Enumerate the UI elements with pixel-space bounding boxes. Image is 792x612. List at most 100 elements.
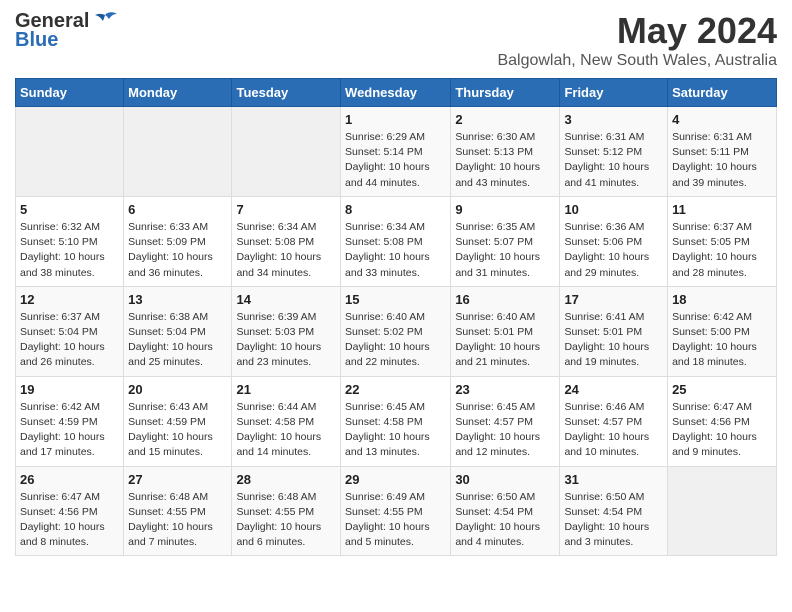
sunrise-label: Sunrise: 6:40 AM (455, 311, 535, 323)
day-info: Sunrise: 6:32 AM Sunset: 5:10 PM Dayligh… (20, 220, 119, 281)
logo: General Blue (15, 10, 121, 52)
daylight-label: Daylight: 10 hours and 19 minutes. (564, 341, 649, 368)
table-cell: 11 Sunrise: 6:37 AM Sunset: 5:05 PM Dayl… (668, 196, 777, 286)
sunrise-label: Sunrise: 6:39 AM (236, 311, 316, 323)
col-friday: Friday (560, 79, 668, 107)
table-cell: 2 Sunrise: 6:30 AM Sunset: 5:13 PM Dayli… (451, 107, 560, 197)
day-number: 22 (345, 382, 446, 397)
calendar-table: Sunday Monday Tuesday Wednesday Thursday… (15, 78, 777, 556)
sunrise-label: Sunrise: 6:34 AM (236, 221, 316, 233)
sunrise-label: Sunrise: 6:44 AM (236, 401, 316, 413)
table-cell: 29 Sunrise: 6:49 AM Sunset: 4:55 PM Dayl… (341, 466, 451, 556)
day-info: Sunrise: 6:38 AM Sunset: 5:04 PM Dayligh… (128, 310, 227, 371)
table-cell: 26 Sunrise: 6:47 AM Sunset: 4:56 PM Dayl… (16, 466, 124, 556)
day-number: 11 (672, 202, 772, 217)
sunset-label: Sunset: 5:04 PM (128, 326, 206, 338)
daylight-label: Daylight: 10 hours and 23 minutes. (236, 341, 321, 368)
table-cell (16, 107, 124, 197)
daylight-label: Daylight: 10 hours and 8 minutes. (20, 521, 105, 548)
title-block: May 2024 Balgowlah, New South Wales, Aus… (497, 10, 777, 70)
sunrise-label: Sunrise: 6:47 AM (672, 401, 752, 413)
page-header: General Blue May 2024 Balgowlah, New Sou… (15, 10, 777, 70)
sunset-label: Sunset: 5:03 PM (236, 326, 314, 338)
sunset-label: Sunset: 4:58 PM (345, 416, 423, 428)
day-info: Sunrise: 6:45 AM Sunset: 4:58 PM Dayligh… (345, 400, 446, 461)
logo-blue: Blue (15, 29, 58, 52)
sunset-label: Sunset: 5:10 PM (20, 236, 98, 248)
table-cell: 23 Sunrise: 6:45 AM Sunset: 4:57 PM Dayl… (451, 376, 560, 466)
day-number: 9 (455, 202, 555, 217)
col-saturday: Saturday (668, 79, 777, 107)
sunrise-label: Sunrise: 6:49 AM (345, 491, 425, 503)
sunset-label: Sunset: 4:54 PM (564, 506, 642, 518)
sunset-label: Sunset: 4:56 PM (20, 506, 98, 518)
calendar-title: May 2024 (497, 10, 777, 52)
day-number: 20 (128, 382, 227, 397)
sunrise-label: Sunrise: 6:37 AM (20, 311, 100, 323)
calendar-header-row: Sunday Monday Tuesday Wednesday Thursday… (16, 79, 777, 107)
sunrise-label: Sunrise: 6:45 AM (455, 401, 535, 413)
day-number: 26 (20, 472, 119, 487)
day-info: Sunrise: 6:43 AM Sunset: 4:59 PM Dayligh… (128, 400, 227, 461)
day-number: 1 (345, 112, 446, 127)
sunset-label: Sunset: 4:55 PM (128, 506, 206, 518)
sunset-label: Sunset: 4:59 PM (128, 416, 206, 428)
sunrise-label: Sunrise: 6:42 AM (672, 311, 752, 323)
sunrise-label: Sunrise: 6:41 AM (564, 311, 644, 323)
day-number: 4 (672, 112, 772, 127)
table-cell (668, 466, 777, 556)
table-cell: 8 Sunrise: 6:34 AM Sunset: 5:08 PM Dayli… (341, 196, 451, 286)
day-number: 3 (564, 112, 663, 127)
sunset-label: Sunset: 5:14 PM (345, 146, 423, 158)
day-info: Sunrise: 6:42 AM Sunset: 4:59 PM Dayligh… (20, 400, 119, 461)
table-cell: 22 Sunrise: 6:45 AM Sunset: 4:58 PM Dayl… (341, 376, 451, 466)
sunset-label: Sunset: 5:13 PM (455, 146, 533, 158)
daylight-label: Daylight: 10 hours and 12 minutes. (455, 431, 540, 458)
week-row-5: 26 Sunrise: 6:47 AM Sunset: 4:56 PM Dayl… (16, 466, 777, 556)
daylight-label: Daylight: 10 hours and 26 minutes. (20, 341, 105, 368)
day-info: Sunrise: 6:34 AM Sunset: 5:08 PM Dayligh… (345, 220, 446, 281)
logo-bird-icon (91, 11, 119, 33)
day-number: 16 (455, 292, 555, 307)
table-cell: 9 Sunrise: 6:35 AM Sunset: 5:07 PM Dayli… (451, 196, 560, 286)
daylight-label: Daylight: 10 hours and 7 minutes. (128, 521, 213, 548)
day-info: Sunrise: 6:35 AM Sunset: 5:07 PM Dayligh… (455, 220, 555, 281)
sunset-label: Sunset: 5:01 PM (564, 326, 642, 338)
day-number: 19 (20, 382, 119, 397)
sunrise-label: Sunrise: 6:50 AM (455, 491, 535, 503)
sunrise-label: Sunrise: 6:47 AM (20, 491, 100, 503)
sunrise-label: Sunrise: 6:31 AM (564, 131, 644, 143)
day-number: 29 (345, 472, 446, 487)
table-cell: 4 Sunrise: 6:31 AM Sunset: 5:11 PM Dayli… (668, 107, 777, 197)
day-number: 13 (128, 292, 227, 307)
table-cell: 1 Sunrise: 6:29 AM Sunset: 5:14 PM Dayli… (341, 107, 451, 197)
day-number: 31 (564, 472, 663, 487)
table-cell: 25 Sunrise: 6:47 AM Sunset: 4:56 PM Dayl… (668, 376, 777, 466)
sunset-label: Sunset: 5:08 PM (236, 236, 314, 248)
day-number: 12 (20, 292, 119, 307)
sunrise-label: Sunrise: 6:31 AM (672, 131, 752, 143)
day-info: Sunrise: 6:29 AM Sunset: 5:14 PM Dayligh… (345, 130, 446, 191)
col-thursday: Thursday (451, 79, 560, 107)
daylight-label: Daylight: 10 hours and 43 minutes. (455, 161, 540, 188)
daylight-label: Daylight: 10 hours and 15 minutes. (128, 431, 213, 458)
day-number: 21 (236, 382, 336, 397)
sunset-label: Sunset: 4:57 PM (455, 416, 533, 428)
daylight-label: Daylight: 10 hours and 36 minutes. (128, 251, 213, 278)
daylight-label: Daylight: 10 hours and 4 minutes. (455, 521, 540, 548)
table-cell: 19 Sunrise: 6:42 AM Sunset: 4:59 PM Dayl… (16, 376, 124, 466)
col-monday: Monday (124, 79, 232, 107)
sunrise-label: Sunrise: 6:48 AM (236, 491, 316, 503)
sunset-label: Sunset: 4:57 PM (564, 416, 642, 428)
sunset-label: Sunset: 5:06 PM (564, 236, 642, 248)
daylight-label: Daylight: 10 hours and 41 minutes. (564, 161, 649, 188)
table-cell: 17 Sunrise: 6:41 AM Sunset: 5:01 PM Dayl… (560, 286, 668, 376)
sunset-label: Sunset: 5:02 PM (345, 326, 423, 338)
table-cell: 13 Sunrise: 6:38 AM Sunset: 5:04 PM Dayl… (124, 286, 232, 376)
daylight-label: Daylight: 10 hours and 6 minutes. (236, 521, 321, 548)
sunrise-label: Sunrise: 6:33 AM (128, 221, 208, 233)
sunset-label: Sunset: 4:55 PM (236, 506, 314, 518)
col-tuesday: Tuesday (232, 79, 341, 107)
col-sunday: Sunday (16, 79, 124, 107)
day-info: Sunrise: 6:50 AM Sunset: 4:54 PM Dayligh… (455, 490, 555, 551)
